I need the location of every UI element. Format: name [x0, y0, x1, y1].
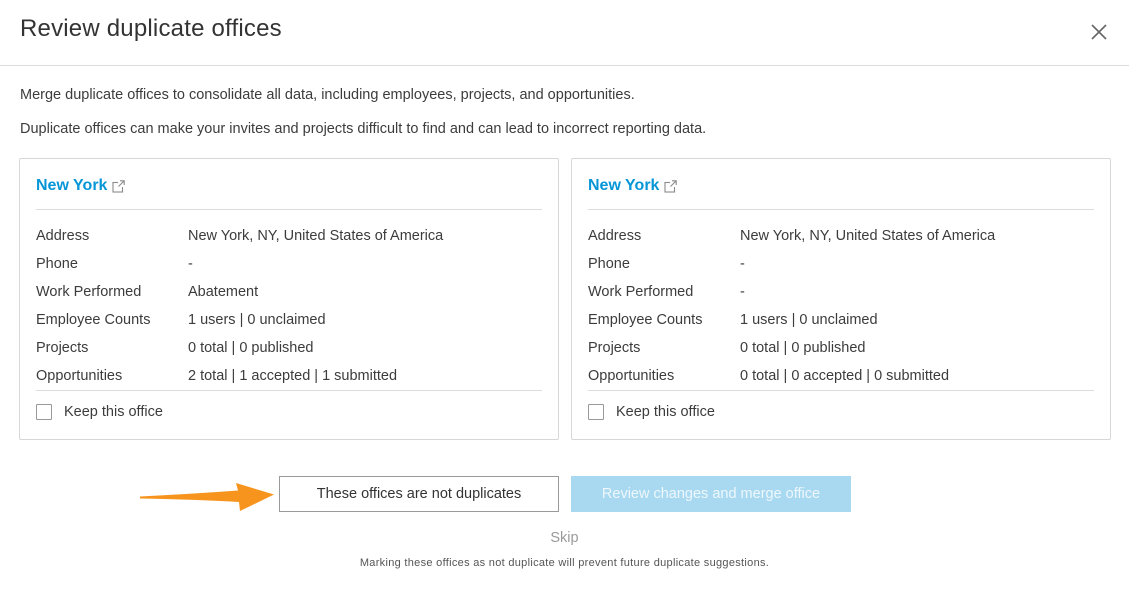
- detail-label: Opportunities: [36, 368, 123, 384]
- keep-office-option[interactable]: Keep this office: [36, 404, 163, 420]
- external-link-icon[interactable]: [112, 180, 126, 193]
- detail-row-opportunities: Opportunities 2 total | 1 accepted | 1 s…: [36, 362, 541, 390]
- detail-row-work-performed: Work Performed Abatement: [36, 278, 541, 306]
- detail-label: Phone: [588, 256, 630, 272]
- detail-row-projects: Projects 0 total | 0 published: [588, 334, 1093, 362]
- office-card-right: New York Address New York, NY, United St…: [571, 158, 1111, 440]
- detail-label: Address: [36, 228, 90, 244]
- detail-value: 1 users | 0 unclaimed: [188, 312, 326, 328]
- divider: [588, 390, 1094, 391]
- detail-value: -: [740, 256, 745, 272]
- detail-value: Abatement: [188, 284, 259, 300]
- divider: [36, 209, 542, 210]
- detail-label: Address: [588, 228, 642, 244]
- intro-text-warning: Duplicate offices can make your invites …: [20, 121, 707, 137]
- keep-office-option[interactable]: Keep this office: [588, 404, 715, 420]
- close-button[interactable]: [1086, 19, 1112, 45]
- detail-label: Opportunities: [588, 368, 675, 384]
- detail-label: Work Performed: [36, 284, 142, 300]
- office-link[interactable]: New York: [588, 177, 678, 195]
- skip-link[interactable]: Skip: [0, 530, 1129, 546]
- detail-row-work-performed: Work Performed -: [588, 278, 1093, 306]
- detail-value: 0 total | 0 published: [740, 340, 866, 356]
- detail-value: 0 total | 0 published: [188, 340, 314, 356]
- keep-office-checkbox[interactable]: [588, 404, 604, 420]
- office-card-left: New York Address New York, NY, United St…: [19, 158, 559, 440]
- detail-row-employee-counts: Employee Counts 1 users | 0 unclaimed: [588, 306, 1093, 334]
- detail-row-opportunities: Opportunities 0 total | 0 accepted | 0 s…: [588, 362, 1093, 390]
- detail-value: 1 users | 0 unclaimed: [740, 312, 878, 328]
- detail-row-projects: Projects 0 total | 0 published: [36, 334, 541, 362]
- arrow-icon: [140, 483, 274, 511]
- detail-value: New York, NY, United States of America: [740, 228, 996, 244]
- not-duplicates-button[interactable]: These offices are not duplicates: [279, 476, 559, 512]
- office-name[interactable]: New York: [36, 177, 107, 195]
- detail-label: Work Performed: [588, 284, 694, 300]
- detail-row-phone: Phone -: [36, 250, 541, 278]
- detail-value: -: [740, 284, 745, 300]
- keep-office-label[interactable]: Keep this office: [64, 404, 163, 420]
- detail-value: -: [188, 256, 193, 272]
- keep-office-label[interactable]: Keep this office: [616, 404, 715, 420]
- detail-label: Projects: [36, 340, 89, 356]
- office-details: Address New York, NY, United States of A…: [36, 222, 541, 390]
- divider: [588, 209, 1094, 210]
- divider: [36, 390, 542, 391]
- detail-row-address: Address New York, NY, United States of A…: [36, 222, 541, 250]
- detail-value: 2 total | 1 accepted | 1 submitted: [188, 368, 398, 384]
- office-details: Address New York, NY, United States of A…: [588, 222, 1093, 390]
- footnote-text: Marking these offices as not duplicate w…: [359, 557, 770, 569]
- office-name[interactable]: New York: [588, 177, 659, 195]
- detail-label: Phone: [36, 256, 78, 272]
- dialog-title: Review duplicate offices: [20, 15, 282, 42]
- detail-label: Projects: [588, 340, 641, 356]
- detail-label: Employee Counts: [36, 312, 151, 328]
- keep-office-checkbox[interactable]: [36, 404, 52, 420]
- detail-value: 0 total | 0 accepted | 0 submitted: [740, 368, 950, 384]
- close-icon: [1091, 24, 1107, 40]
- external-link-icon[interactable]: [664, 180, 678, 193]
- intro-text-merge: Merge duplicate offices to consolidate a…: [20, 87, 635, 103]
- detail-row-phone: Phone -: [588, 250, 1093, 278]
- detail-value: New York, NY, United States of America: [188, 228, 444, 244]
- merge-office-button[interactable]: Review changes and merge office: [571, 476, 851, 512]
- office-link[interactable]: New York: [36, 177, 126, 195]
- detail-row-employee-counts: Employee Counts 1 users | 0 unclaimed: [36, 306, 541, 334]
- dialog-header: Review duplicate offices: [0, 0, 1129, 66]
- detail-row-address: Address New York, NY, United States of A…: [588, 222, 1093, 250]
- detail-label: Employee Counts: [588, 312, 703, 328]
